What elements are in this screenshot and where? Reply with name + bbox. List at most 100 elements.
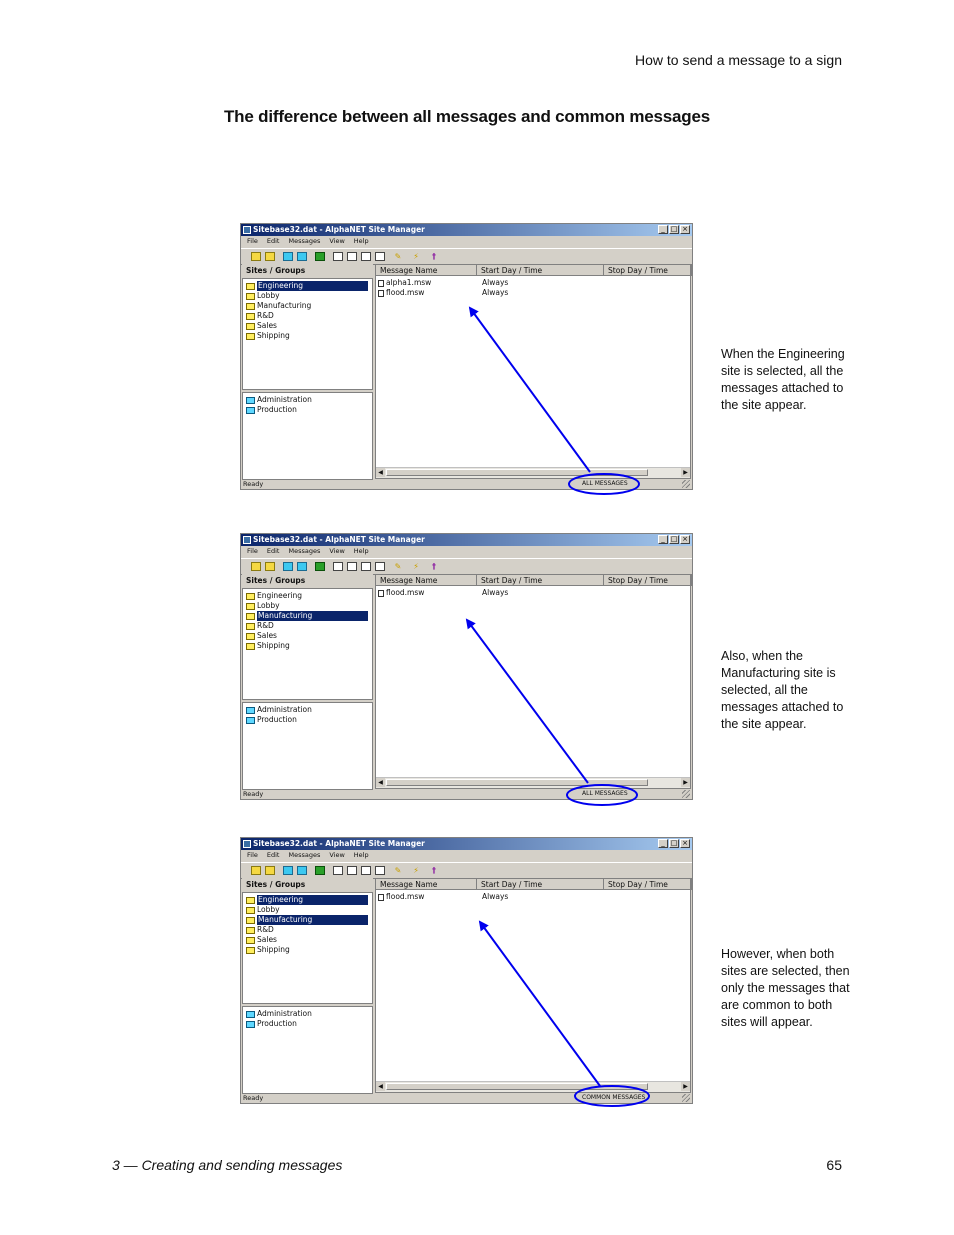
message-row[interactable]: flood.msw Always <box>376 288 690 298</box>
column-header[interactable]: Message Name <box>376 265 477 276</box>
group-open-icon[interactable] <box>297 866 307 875</box>
column-header[interactable]: Start Day / Time <box>477 265 604 276</box>
column-header[interactable]: Start Day / Time <box>477 879 604 890</box>
message-row[interactable]: alpha1.msw Always <box>376 278 690 288</box>
doc-icon[interactable] <box>347 252 357 261</box>
menu-edit[interactable]: Edit <box>267 236 280 247</box>
scroll-thumb[interactable] <box>386 1083 648 1090</box>
key-icon[interactable]: † <box>429 252 439 261</box>
column-header[interactable]: Stop Day / Time <box>604 575 692 586</box>
message-row[interactable]: flood.msw Always <box>376 588 690 598</box>
print-icon[interactable] <box>375 252 385 261</box>
folder-open-icon[interactable] <box>265 252 275 261</box>
copy-icon[interactable] <box>361 866 371 875</box>
scroll-right-icon[interactable]: ▶ <box>681 468 690 477</box>
copy-icon[interactable] <box>361 562 371 571</box>
group-item[interactable]: Production <box>243 1019 372 1029</box>
column-header[interactable]: Stop Day / Time <box>604 265 692 276</box>
resize-grip-icon[interactable] <box>682 1094 690 1102</box>
trash-icon[interactable] <box>315 866 325 875</box>
menu-messages[interactable]: Messages <box>288 236 320 247</box>
scroll-left-icon[interactable]: ◀ <box>376 1082 385 1091</box>
edit-pencil-icon[interactable]: ✎ <box>393 252 403 261</box>
column-header[interactable]: Start Day / Time <box>477 575 604 586</box>
menu-file[interactable]: File <box>247 236 258 247</box>
lightning-icon[interactable]: ⚡ <box>411 866 421 875</box>
key-icon[interactable]: † <box>429 562 439 571</box>
message-row[interactable]: flood.msw Always <box>376 892 690 902</box>
folder-new-icon[interactable] <box>251 866 261 875</box>
site-item[interactable]: R&D <box>243 925 372 935</box>
menu-view[interactable]: View <box>329 236 344 247</box>
trash-icon[interactable] <box>315 252 325 261</box>
site-item[interactable]: Sales <box>243 935 372 945</box>
menu-edit[interactable]: Edit <box>267 546 280 557</box>
site-item[interactable]: Engineering <box>243 895 372 905</box>
lightning-icon[interactable]: ⚡ <box>411 252 421 261</box>
maximize-button[interactable]: □ <box>669 839 679 848</box>
site-item[interactable]: Lobby <box>243 601 372 611</box>
doc-new-icon[interactable] <box>333 562 343 571</box>
column-header[interactable]: Message Name <box>376 575 477 586</box>
group-item[interactable]: Administration <box>243 395 372 405</box>
group-item[interactable]: Production <box>243 715 372 725</box>
column-header[interactable]: Stop Day / Time <box>604 879 692 890</box>
print-icon[interactable] <box>375 866 385 875</box>
doc-new-icon[interactable] <box>333 866 343 875</box>
scroll-thumb[interactable] <box>386 779 648 786</box>
minimize-button[interactable]: _ <box>658 535 668 544</box>
maximize-button[interactable]: □ <box>669 225 679 234</box>
menu-help[interactable]: Help <box>354 850 369 861</box>
menu-view[interactable]: View <box>329 850 344 861</box>
scroll-right-icon[interactable]: ▶ <box>681 778 690 787</box>
minimize-button[interactable]: _ <box>658 225 668 234</box>
doc-icon[interactable] <box>347 866 357 875</box>
menu-view[interactable]: View <box>329 546 344 557</box>
maximize-button[interactable]: □ <box>669 535 679 544</box>
group-item[interactable]: Administration <box>243 1009 372 1019</box>
site-item[interactable]: Sales <box>243 321 372 331</box>
group-new-icon[interactable] <box>283 866 293 875</box>
doc-new-icon[interactable] <box>333 252 343 261</box>
site-item[interactable]: Engineering <box>243 591 372 601</box>
folder-open-icon[interactable] <box>265 866 275 875</box>
copy-icon[interactable] <box>361 252 371 261</box>
menu-messages[interactable]: Messages <box>288 546 320 557</box>
group-new-icon[interactable] <box>283 252 293 261</box>
site-item[interactable]: Shipping <box>243 945 372 955</box>
site-item[interactable]: R&D <box>243 621 372 631</box>
menu-file[interactable]: File <box>247 546 258 557</box>
site-item[interactable]: Lobby <box>243 291 372 301</box>
site-item[interactable]: Lobby <box>243 905 372 915</box>
menu-messages[interactable]: Messages <box>288 850 320 861</box>
site-item[interactable]: Shipping <box>243 641 372 651</box>
column-header[interactable]: Message Name <box>376 879 477 890</box>
menu-help[interactable]: Help <box>354 546 369 557</box>
scroll-thumb[interactable] <box>386 469 648 476</box>
lightning-icon[interactable]: ⚡ <box>411 562 421 571</box>
scroll-left-icon[interactable]: ◀ <box>376 468 385 477</box>
edit-pencil-icon[interactable]: ✎ <box>393 866 403 875</box>
menu-edit[interactable]: Edit <box>267 850 280 861</box>
scroll-right-icon[interactable]: ▶ <box>681 1082 690 1091</box>
horizontal-scrollbar[interactable]: ◀ ▶ <box>376 1081 690 1092</box>
folder-new-icon[interactable] <box>251 252 261 261</box>
group-open-icon[interactable] <box>297 562 307 571</box>
group-new-icon[interactable] <box>283 562 293 571</box>
group-open-icon[interactable] <box>297 252 307 261</box>
folder-open-icon[interactable] <box>265 562 275 571</box>
close-button[interactable]: × <box>680 839 690 848</box>
print-icon[interactable] <box>375 562 385 571</box>
resize-grip-icon[interactable] <box>682 480 690 488</box>
doc-icon[interactable] <box>347 562 357 571</box>
site-item[interactable]: Manufacturing <box>243 301 372 311</box>
site-item[interactable]: Manufacturing <box>243 915 372 925</box>
group-item[interactable]: Production <box>243 405 372 415</box>
menu-help[interactable]: Help <box>354 236 369 247</box>
close-button[interactable]: × <box>680 535 690 544</box>
horizontal-scrollbar[interactable]: ◀ ▶ <box>376 467 690 478</box>
site-item[interactable]: Engineering <box>243 281 372 291</box>
close-button[interactable]: × <box>680 225 690 234</box>
minimize-button[interactable]: _ <box>658 839 668 848</box>
horizontal-scrollbar[interactable]: ◀ ▶ <box>376 777 690 788</box>
